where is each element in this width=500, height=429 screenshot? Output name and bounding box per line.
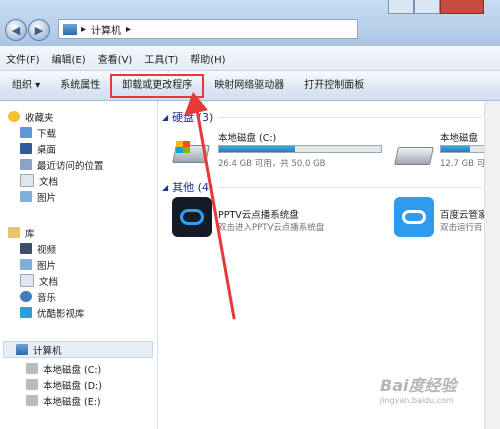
- uninstall-program-button[interactable]: 卸载或更改程序: [110, 73, 205, 98]
- sidebar-item-label: 视频: [37, 244, 57, 256]
- sidebar-item-label: 收藏夹: [25, 112, 54, 124]
- recent-places-icon: [20, 159, 32, 170]
- drive-c-icon[interactable]: [172, 137, 210, 165]
- sidebar-item-label: 最近访问的位置: [37, 160, 104, 172]
- pptv-name[interactable]: PPTV云点播系统盘: [218, 207, 299, 221]
- group-divider: [219, 186, 482, 188]
- star-icon: [8, 111, 20, 122]
- sidebar-item-music[interactable]: 音乐: [20, 289, 56, 304]
- breadcrumb-chevron-icon[interactable]: ▸: [126, 24, 131, 35]
- minimize-button[interactable]: [388, 0, 414, 14]
- sidebar-item-label: 文档: [39, 276, 59, 288]
- drive-c-usage-fill: [219, 146, 296, 152]
- sidebar-item-desktop[interactable]: 桌面: [20, 141, 56, 156]
- sidebar-item-favorites[interactable]: 收藏夹: [8, 109, 54, 124]
- drive-d-icon[interactable]: [394, 141, 434, 165]
- documents-icon: [20, 274, 34, 287]
- sidebar-item-label: 本地磁盘 (C:): [43, 364, 102, 376]
- breadcrumb-computer[interactable]: 计算机: [91, 22, 121, 37]
- pictures-icon: [20, 259, 32, 270]
- videos-icon: [20, 243, 32, 254]
- navigation-pane: 收藏夹 下载 桌面 最近访问的位置 文档 图片 库 视频 图片 文档 音乐 优酷…: [0, 101, 158, 429]
- command-toolbar: 组织 ▾ 系统属性 卸载或更改程序 映射网络驱动器 打开控制面板: [0, 71, 500, 101]
- map-network-drive-button[interactable]: 映射网络驱动器: [204, 74, 294, 98]
- other-group-header[interactable]: ◢ 其他 (4): [162, 179, 482, 195]
- drive-c-name[interactable]: 本地磁盘 (C:): [218, 130, 276, 144]
- menu-edit[interactable]: 编辑(E): [46, 51, 92, 66]
- back-button[interactable]: ◀: [5, 19, 27, 41]
- pptv-description: 双击进入PPTV云点播系统盘: [218, 223, 325, 233]
- sidebar-item-label: 图片: [37, 260, 57, 272]
- collapse-triangle-icon[interactable]: ◢: [162, 113, 168, 122]
- sidebar-item-youku[interactable]: 优酷影视库: [20, 305, 85, 320]
- drive-c-usage-bar: [218, 145, 382, 153]
- title-bar: ◀ ▶ ▸ 计算机 ▸: [0, 0, 500, 46]
- drive-d-usage-fill: [441, 146, 470, 152]
- watermark-url: jingyan.baidu.com: [380, 396, 454, 405]
- window-controls: [388, 0, 500, 16]
- menu-view[interactable]: 查看(V): [92, 51, 139, 66]
- menu-bar: 文件(F) 编辑(E) 查看(V) 工具(T) 帮助(H): [0, 46, 500, 71]
- baidu-cloud-icon[interactable]: [394, 197, 434, 237]
- music-note-icon: [20, 291, 32, 302]
- youku-library-icon: [20, 307, 32, 318]
- sidebar-item-disk-e[interactable]: 本地磁盘 (E:): [26, 393, 101, 408]
- sidebar-item-label: 文档: [39, 176, 59, 188]
- sidebar-item-downloads[interactable]: 下载: [20, 125, 56, 140]
- desktop-icon: [20, 143, 32, 154]
- drive-d-name[interactable]: 本地磁盘: [440, 130, 478, 144]
- system-properties-button[interactable]: 系统属性: [50, 74, 110, 98]
- computer-icon: [16, 344, 28, 355]
- sidebar-item-disk-c[interactable]: 本地磁盘 (C:): [26, 361, 101, 376]
- sidebar-item-label: 库: [25, 228, 35, 240]
- watermark-text: Bai度经验: [380, 376, 457, 395]
- drive-icon: [26, 363, 38, 374]
- drive-icon: [26, 379, 38, 390]
- organize-button[interactable]: 组织 ▾: [0, 74, 50, 98]
- sidebar-item-label: 本地磁盘 (E:): [43, 396, 101, 408]
- sidebar-item-label: 图片: [37, 192, 57, 204]
- group-title: 硬盘 (3): [172, 111, 214, 124]
- sidebar-item-lib-documents[interactable]: 文档: [20, 273, 58, 288]
- drive-d-info: 12.7 GB 可: [440, 159, 486, 169]
- group-divider: [219, 116, 482, 118]
- sidebar-item-label: 下载: [37, 128, 57, 140]
- sidebar-item-disk-d[interactable]: 本地磁盘 (D:): [26, 377, 102, 392]
- pictures-icon: [20, 191, 32, 202]
- sidebar-item-label: 计算机: [33, 345, 62, 357]
- close-button[interactable]: [440, 0, 484, 14]
- sidebar-item-label: 音乐: [37, 292, 57, 304]
- hard-drives-group-header[interactable]: ◢ 硬盘 (3): [162, 109, 482, 125]
- baidu-jingyan-watermark: Bai度经验 jingyan.baidu.com: [380, 372, 496, 424]
- sidebar-item-label: 本地磁盘 (D:): [43, 380, 102, 392]
- address-bar[interactable]: ▸ 计算机 ▸: [58, 19, 358, 39]
- sidebar-item-videos[interactable]: 视频: [20, 241, 56, 256]
- library-icon: [8, 227, 20, 238]
- computer-icon: [63, 23, 77, 35]
- drive-c-info: 26.4 GB 可用，共 50.0 GB: [218, 159, 326, 169]
- collapse-triangle-icon[interactable]: ◢: [162, 183, 168, 192]
- baidu-name[interactable]: 百度云管家: [440, 207, 488, 221]
- open-control-panel-button[interactable]: 打开控制面板: [294, 74, 374, 98]
- sidebar-item-label: 优酷影视库: [37, 308, 85, 320]
- documents-icon: [20, 174, 34, 187]
- sidebar-item-label: 桌面: [37, 144, 57, 156]
- sidebar-item-recent[interactable]: 最近访问的位置: [20, 157, 104, 172]
- sidebar-item-lib-pictures[interactable]: 图片: [20, 257, 56, 272]
- sidebar-item-pictures[interactable]: 图片: [20, 189, 56, 204]
- sidebar-item-computer[interactable]: 计算机: [16, 342, 62, 357]
- drive-icon: [26, 395, 38, 406]
- menu-help[interactable]: 帮助(H): [184, 51, 231, 66]
- downloads-folder-icon: [20, 127, 32, 138]
- baidu-description: 双击运行百: [440, 223, 483, 233]
- maximize-button[interactable]: [414, 0, 440, 14]
- menu-file[interactable]: 文件(F): [0, 51, 46, 66]
- menu-tools[interactable]: 工具(T): [138, 51, 184, 66]
- breadcrumb-separator: ▸: [81, 23, 87, 35]
- pptv-cloud-icon[interactable]: [172, 197, 212, 237]
- sidebar-item-libraries[interactable]: 库: [8, 225, 35, 240]
- forward-button[interactable]: ▶: [28, 19, 50, 41]
- group-title: 其他 (4): [172, 181, 214, 194]
- sidebar-item-documents[interactable]: 文档: [20, 173, 58, 188]
